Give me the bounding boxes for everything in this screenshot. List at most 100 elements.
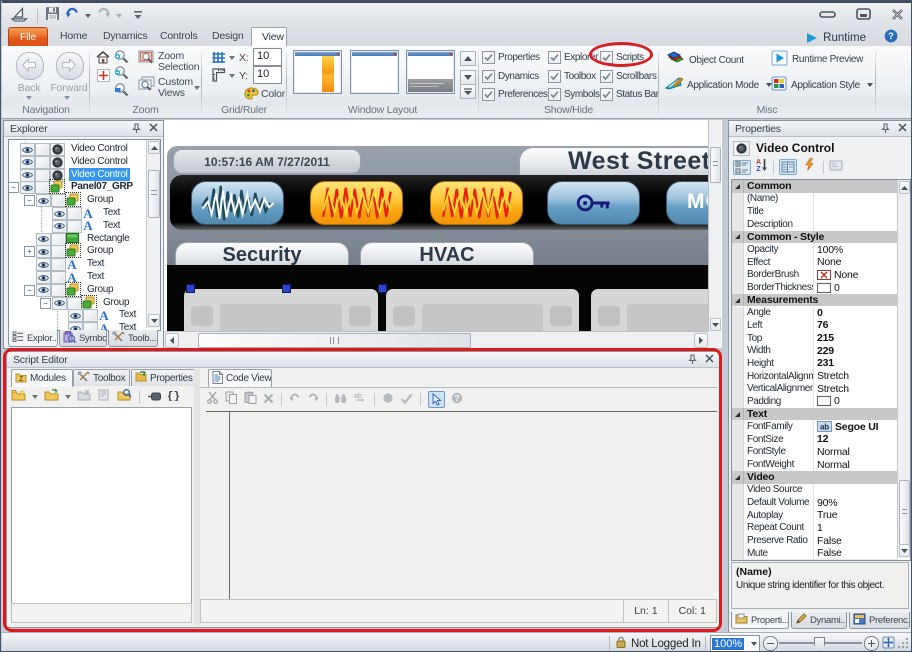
property-row-video-source[interactable]: Video Source: [732, 484, 898, 498]
restore-button[interactable]: [856, 8, 871, 20]
property-row-mute[interactable]: MuteFalse: [732, 547, 898, 560]
close-button[interactable]: [891, 9, 904, 20]
checkbox-symbols[interactable]: [548, 88, 561, 101]
zoom-selection-icon[interactable]: [137, 49, 156, 66]
property-value[interactable]: False: [814, 535, 898, 547]
grid-caret[interactable]: [229, 56, 235, 60]
visibility-eye-icon[interactable]: [68, 322, 83, 330]
property-row-angle[interactable]: Angle0: [732, 307, 898, 321]
property-category-text[interactable]: Text: [732, 408, 898, 421]
property-value[interactable]: abSegoe UI: [814, 421, 898, 433]
selection-handle-3[interactable]: [378, 284, 387, 293]
property-row-padding[interactable]: Padding0: [732, 395, 898, 409]
zoom-out-icon[interactable]: [113, 64, 130, 81]
tree-item-label[interactable]: Video Control: [69, 142, 130, 155]
property-value[interactable]: 76: [814, 319, 898, 331]
property-category-video[interactable]: Video: [732, 471, 898, 484]
customize-quick-access-button[interactable]: [133, 7, 143, 25]
scroll-thumb[interactable]: [198, 333, 471, 348]
property-value[interactable]: Normal: [814, 446, 898, 458]
waveform-button-1[interactable]: [191, 181, 284, 225]
forward-dropdown-caret[interactable]: [64, 96, 70, 100]
tree-item-video-control[interactable]: Video Control: [9, 168, 147, 181]
application-mode-button[interactable]: Application Mode: [665, 76, 772, 94]
tree-item-text[interactable]: AText: [9, 270, 147, 283]
tree-item-label[interactable]: Group: [101, 296, 131, 309]
undo-dropdown-caret[interactable]: [85, 14, 91, 18]
window-layout-thumbnail-2[interactable]: [350, 50, 399, 94]
forward-button[interactable]: [56, 52, 84, 80]
tree-item-label[interactable]: Rectangle: [85, 232, 131, 245]
explorer-bottom-tab-explor[interactable]: Explor...: [8, 330, 58, 347]
scroll-up-arrow[interactable]: [148, 141, 160, 154]
color-label[interactable]: Color: [261, 89, 285, 100]
redo-button[interactable]: [96, 7, 111, 26]
tree-item-rectangle[interactable]: Rectangle: [9, 232, 147, 245]
tree-item-label[interactable]: Text: [85, 257, 106, 270]
tab-dynamics[interactable]: Dynamics: [93, 27, 158, 46]
minimize-button[interactable]: [819, 9, 836, 19]
property-row-left[interactable]: Left76: [732, 319, 898, 333]
checkbox-status-bar[interactable]: [600, 88, 613, 101]
layout-gallery-more-button[interactable]: [460, 84, 476, 99]
scroll-up-arrow[interactable]: [899, 181, 910, 194]
scroll-thumb[interactable]: [710, 147, 721, 183]
tab-file[interactable]: File: [8, 27, 48, 47]
tab-view[interactable]: View: [251, 27, 287, 47]
grid-dropdown-caret[interactable]: [229, 56, 235, 60]
tree-item-text[interactable]: AText: [9, 321, 147, 330]
tree-item-group[interactable]: −Group: [9, 283, 147, 296]
property-row-borderthickness[interactable]: BorderThickness0: [732, 281, 898, 295]
tree-expander[interactable]: +: [24, 246, 35, 257]
explorer-bottom-tab-toolb[interactable]: Toolb...: [108, 330, 158, 347]
properties-scrollbar[interactable]: [897, 180, 910, 558]
property-row-verticalalignment[interactable]: VerticalAlignmentStretch: [732, 382, 898, 396]
property-category-common-style[interactable]: Common - Style: [732, 231, 898, 244]
showhide-item-preferences[interactable]: Preferences: [482, 88, 548, 101]
layout-scroll-down-button[interactable]: [460, 70, 476, 85]
explorer-bottom-tab-symbo[interactable]: Symbo...: [59, 330, 107, 347]
fit-to-window-icon[interactable]: [882, 636, 895, 652]
properties-bottom-tab-properti[interactable]: Properti...: [731, 612, 789, 629]
ruler-caret[interactable]: [229, 74, 235, 78]
property-value[interactable]: None: [814, 256, 898, 268]
tree-item-label[interactable]: Text: [117, 308, 138, 321]
custom-views-caret[interactable]: [194, 86, 200, 90]
back-dropdown-caret[interactable]: [26, 96, 32, 100]
property-value[interactable]: Normal: [814, 459, 898, 471]
runtime-preview-button[interactable]: Runtime Preview: [771, 50, 863, 69]
property-row-title[interactable]: Title: [732, 205, 898, 219]
scroll-thumb[interactable]: [148, 170, 160, 218]
properties-bottom-tab-preferenc[interactable]: Preferenc...: [849, 612, 910, 629]
tree-item-label[interactable]: Panel07_GRP: [69, 180, 135, 193]
property-row-repeat-count[interactable]: Repeat Count1: [732, 522, 898, 536]
tab-hvac[interactable]: HVAC: [360, 242, 534, 267]
zoom-box-icon[interactable]: [113, 81, 130, 98]
waveform-button-2[interactable]: [310, 181, 403, 225]
property-value[interactable]: 0: [814, 395, 898, 407]
property-row-fontweight[interactable]: FontWeightNormal: [732, 458, 898, 472]
window-layout-thumbnail-3[interactable]: [406, 50, 455, 94]
categorized-icon[interactable]: [733, 160, 751, 175]
property-row--name-[interactable]: (Name): [732, 193, 898, 207]
color-palette-icon[interactable]: [243, 86, 259, 100]
application-style-caret[interactable]: [867, 83, 873, 87]
zoom-in-button[interactable]: [864, 636, 879, 651]
scroll-down-arrow[interactable]: [148, 314, 160, 327]
grid-y-input[interactable]: 10: [253, 66, 282, 84]
property-row-fontsize[interactable]: FontSize12: [732, 433, 898, 447]
property-value[interactable]: Stretch: [814, 383, 898, 395]
zoom-selection-label[interactable]: Zoom Selection: [158, 51, 200, 73]
tree-item-panel07_grp[interactable]: −Panel07_GRP: [9, 180, 147, 193]
showhide-item-symbols[interactable]: Symbols: [548, 88, 600, 101]
properties-bottom-tab-dynami[interactable]: Dynami...: [791, 612, 847, 629]
tab-controls[interactable]: Controls: [150, 27, 208, 46]
tree-item-label[interactable]: Text: [101, 206, 122, 219]
zoom-in-icon[interactable]: [113, 48, 130, 65]
redo-dropdown-caret[interactable]: [116, 14, 122, 18]
custom-views-dropdown-caret[interactable]: [194, 86, 200, 90]
property-value[interactable]: 1: [814, 522, 898, 534]
canvas-hscrollbar[interactable]: [164, 331, 709, 348]
tree-item-text[interactable]: AText: [9, 219, 147, 232]
alphabetical-sort-icon[interactable]: AZ: [755, 158, 768, 177]
